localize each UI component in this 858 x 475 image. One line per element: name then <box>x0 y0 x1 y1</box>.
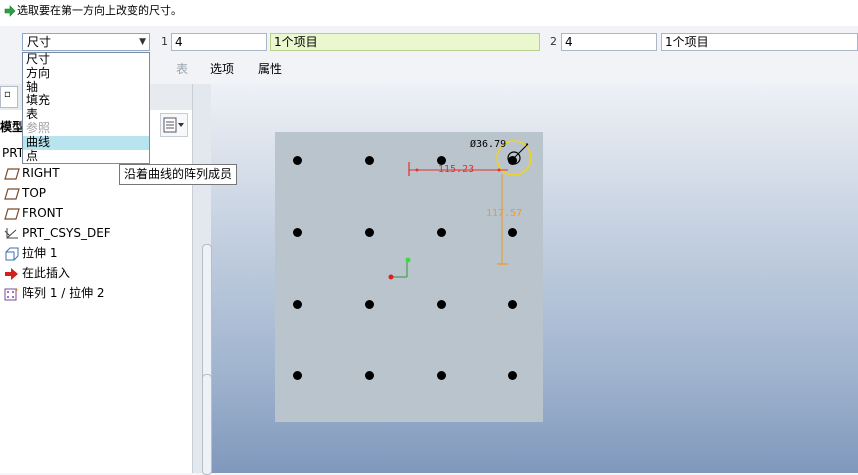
dropdown-option-label: 尺寸 <box>26 52 51 66</box>
dropdown-option[interactable]: 方向 <box>23 65 149 81</box>
tooltip: 沿着曲线的阵列成员 <box>119 164 237 185</box>
hole[interactable] <box>364 299 374 309</box>
tree-item-top[interactable]: TOP <box>0 184 192 204</box>
tree-item-pattern1[interactable]: * 阵列 1 / 拉伸 2 <box>0 284 192 304</box>
hole[interactable] <box>292 227 302 237</box>
hole[interactable] <box>507 370 517 380</box>
dropdown-option-label: 填充 <box>26 93 51 108</box>
hole[interactable] <box>292 299 302 309</box>
prompt-text: 选取要在第一方向上改变的尺寸。 <box>17 4 182 17</box>
direction1-count-value: 4 <box>175 35 183 49</box>
pattern-type-combo[interactable]: 尺寸 ▼ <box>22 33 150 51</box>
tree-item-csys[interactable]: PRT_CSYS_DEF <box>0 224 192 244</box>
dropdown-option-label: 方向 <box>26 65 51 80</box>
tooltip-text: 沿着曲线的阵列成员 <box>124 167 233 181</box>
tree-tab-icon: ▫ <box>4 89 11 100</box>
hole[interactable] <box>292 370 302 380</box>
pattern-icon: * <box>4 287 19 301</box>
model-tree-tab[interactable]: ▫ <box>0 86 18 108</box>
csys-icon <box>4 228 18 239</box>
tree-item-front[interactable]: FRONT <box>0 204 192 224</box>
datum-plane-icon <box>4 168 20 180</box>
hole[interactable] <box>364 227 374 237</box>
message-bar: 选取要在第一方向上改变的尺寸。 <box>0 0 858 26</box>
dropdown-option-label: 点 <box>26 148 39 163</box>
dropdown-option[interactable]: 点 <box>23 148 149 164</box>
direction1-items-value: 1个项目 <box>274 35 318 49</box>
direction2-count-value: 4 <box>565 35 573 49</box>
dropdown-option-label: 表 <box>26 107 39 122</box>
dropdown-option-label: 曲线 <box>26 134 51 149</box>
tree-item-label: 拉伸 1 <box>22 246 58 260</box>
direction1-label: 1 <box>161 35 168 48</box>
direction2-label: 2 <box>550 35 557 48</box>
tab-properties[interactable]: 属性 <box>258 61 282 77</box>
hole[interactable] <box>436 299 446 309</box>
insert-here-arrow-icon <box>5 268 18 280</box>
green-arrow-icon <box>4 5 16 17</box>
tree-item-extrude1[interactable]: 拉伸 1 <box>0 244 192 264</box>
tree-item-label: FRONT <box>22 206 63 220</box>
pattern-type-value: 尺寸 <box>27 35 52 49</box>
tree-item-label: 在此插入 <box>22 266 71 280</box>
sash-strip <box>193 84 212 475</box>
hole[interactable] <box>364 155 374 165</box>
dropdown-option[interactable]: 填充 <box>23 93 149 108</box>
diameter-dimension[interactable]: Ø36.79 <box>470 139 506 150</box>
tree-settings-icon <box>163 117 184 133</box>
datum-plane-icon <box>4 208 20 220</box>
tree-item-insert-here[interactable]: 在此插入 <box>0 264 192 284</box>
datum-plane-icon <box>4 188 20 200</box>
tree-item-label: TOP <box>22 186 47 200</box>
svg-text:*: * <box>15 287 19 295</box>
extrude-icon <box>5 247 19 261</box>
direction1-items-collector[interactable]: 1个项目 <box>270 33 540 51</box>
tree-item-label: 阵列 1 / 拉伸 2 <box>22 286 105 300</box>
dropdown-option[interactable]: 曲线 <box>23 134 149 150</box>
tree-item-label: RIGHT <box>22 166 60 180</box>
hole[interactable] <box>292 155 302 165</box>
direction2-count-field[interactable]: 4 <box>561 33 657 51</box>
direction2-items-value: 1个项目 <box>665 35 709 49</box>
vertical-dimension[interactable]: 117.57 <box>486 208 522 219</box>
tree-settings-button[interactable] <box>160 113 188 137</box>
direction1-count-field[interactable]: 4 <box>171 33 267 51</box>
tab-options[interactable]: 选项 <box>210 61 234 77</box>
model-tree-root[interactable]: PRT <box>2 146 24 160</box>
dropdown-option-label: 参照 <box>26 121 51 135</box>
hole[interactable] <box>364 370 374 380</box>
chevron-down-icon[interactable]: ▼ <box>139 35 146 50</box>
horizontal-dimension[interactable]: 115.23 <box>438 164 474 175</box>
hole[interactable] <box>507 299 517 309</box>
dropdown-option-label: 轴 <box>26 79 39 94</box>
model-tree-title: 模型 <box>0 120 25 134</box>
direction2-items-collector[interactable]: 1个项目 <box>661 33 858 51</box>
sash-handle-lower[interactable] <box>202 374 212 475</box>
coordinate-triad-icon <box>388 257 411 280</box>
pattern-type-dropdown-list[interactable]: 尺寸 方向轴填充表参照 曲线点 <box>22 52 150 164</box>
tree-item-label: PRT_CSYS_DEF <box>22 226 111 240</box>
tab-table[interactable]: 表 <box>176 61 188 77</box>
hole[interactable] <box>436 370 446 380</box>
